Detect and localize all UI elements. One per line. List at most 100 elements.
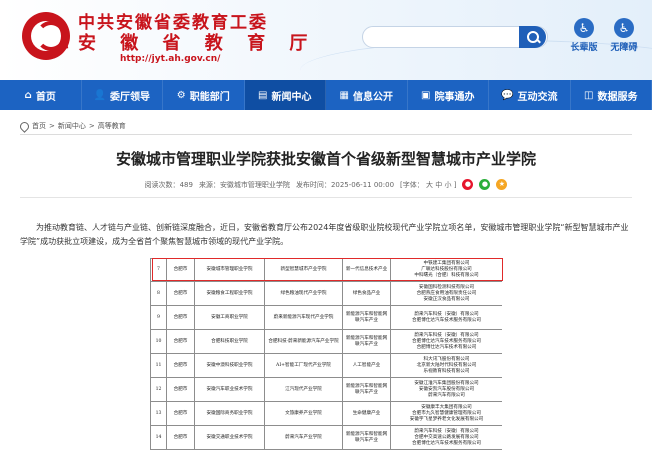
table-cell: 13 bbox=[150, 401, 167, 426]
table-cell: 绿色粮油现代产业学院 bbox=[264, 281, 343, 306]
table-cell: 合肥市 bbox=[166, 305, 195, 330]
breadcrumb-news-center[interactable]: 新闻中心 bbox=[58, 121, 86, 131]
nav-item-2[interactable]: ⚙ 职能部门 bbox=[163, 80, 245, 110]
news-icon: ▤ bbox=[258, 89, 268, 101]
meta-divider bbox=[20, 197, 632, 198]
elder-mode-label: 长辈版 bbox=[570, 43, 598, 53]
table-cell: 安徽交通职业技术学院 bbox=[194, 425, 265, 450]
breadcrumb-divider bbox=[20, 134, 632, 135]
table-cell: 合肥市 bbox=[166, 329, 195, 354]
table-cell: 合肥市 bbox=[166, 353, 195, 378]
font-large-button[interactable]: 大 bbox=[426, 181, 433, 189]
table-row: 9 合肥市 安徽工商职业学院 蔚来新能源汽车现代产业学院 新能源汽车和智能网联汽车产业蔚… bbox=[150, 305, 502, 330]
home-icon: ⌂ bbox=[24, 89, 32, 101]
table-cell: AI+智能工厂现代产业学院 bbox=[264, 353, 343, 378]
nav-item-6[interactable]: 💬 互动交流 bbox=[489, 80, 571, 110]
approval-list-image: 7 合肥市 安徽城市管理职业学院 新型智慧城市产业学院 新一代信息技术产业 中铁建工集团有… bbox=[150, 258, 502, 469]
accessibility-icon: ♿ bbox=[614, 18, 634, 38]
leaders-icon: 👤 bbox=[93, 89, 106, 101]
table-cell: 安徽国科检测科技有限公司 合肥燕庄食用油有限责任公司 安徽正汉食品有限公司 bbox=[390, 281, 502, 306]
site-title-department: 安 徽 省 教 育 厅 bbox=[78, 33, 317, 54]
breadcrumb-separator: > bbox=[88, 122, 95, 130]
wechat-share-icon[interactable]: ● bbox=[479, 179, 491, 190]
font-medium-button[interactable]: 中 bbox=[435, 181, 442, 189]
table-cell: 新能源汽车和智能网联汽车产业 bbox=[342, 329, 391, 354]
article-paragraph: 为推动教育链、人才链与产业链、创新链深度融合，近日，安徽省教育厅公布2024年度… bbox=[20, 223, 629, 246]
table-cell: 新能源汽车和智能网联汽车产业 bbox=[342, 425, 391, 450]
qzone-share-icon[interactable]: ★ bbox=[496, 179, 508, 190]
table-cell: 科大讯飞股份有限公司 北京新大陆时代科技有限公司 乐视教育科技有限公司 bbox=[390, 353, 502, 378]
accessibility-button[interactable]: ♿ 无障碍 bbox=[602, 18, 646, 53]
nav-item-label: 新闻中心 bbox=[271, 91, 312, 103]
table-cell: 新一代信息技术产业 bbox=[342, 258, 391, 282]
location-pin-icon bbox=[18, 119, 31, 133]
nav-item-label: 信息公开 bbox=[352, 91, 393, 103]
table-cell: 合肥科技职业学院 bbox=[194, 329, 265, 354]
table-cell: 合肥市 bbox=[166, 377, 195, 402]
table-cell: 合肥科技·蔚来新能源汽车产业学院 bbox=[264, 329, 343, 354]
nav-item-7[interactable]: ◫ 数据服务 bbox=[571, 80, 652, 110]
table-cell: 9 bbox=[150, 305, 167, 330]
weibo-share-icon[interactable]: ● bbox=[462, 179, 474, 190]
table-cell: 安徽城市管理职业学院 bbox=[194, 258, 265, 282]
table-cell: 12 bbox=[150, 377, 167, 402]
article-title: 安徽城市管理职业学院获批安徽首个省级新型智慧城市产业学院 bbox=[115, 150, 536, 168]
table-cell: 文旅康养产业学院 bbox=[264, 401, 343, 426]
font-size-control: [字体： 大 中 小 ] bbox=[400, 180, 457, 189]
nav-item-5[interactable]: ▣ 院事通办 bbox=[408, 80, 489, 110]
table-cell: 合肥市 bbox=[166, 425, 195, 450]
table-cell: 10 bbox=[150, 329, 167, 354]
table-cell: 蔚来汽车产业学院 bbox=[264, 425, 343, 450]
table-cell: 安徽粮食工程职业学院 bbox=[194, 281, 265, 306]
nav-item-label: 数据服务 bbox=[597, 91, 638, 103]
table-cell: 11 bbox=[150, 353, 167, 378]
views-info: 阅读次数：489 bbox=[144, 180, 193, 189]
table-cell: 新能源汽车和智能网联汽车产业 bbox=[342, 377, 391, 402]
search-button[interactable] bbox=[519, 26, 546, 48]
article-meta: 阅读次数：489 来源：安徽城市管理职业学院 发布时间：2025-06-11 0… bbox=[0, 179, 652, 190]
table-cell: 蔚来汽车科技（安徽）有限公司 合肥博仕达汽车技术服务有限公司 bbox=[390, 305, 502, 330]
table-cell: 安徽汽车职业技术学院 bbox=[194, 377, 265, 402]
service-icon: ▣ bbox=[421, 89, 431, 101]
approval-list-table: 7 合肥市 安徽城市管理职业学院 新型智慧城市产业学院 新一代信息技术产业 中铁建工集团有… bbox=[150, 258, 502, 450]
nav-item-0[interactable]: ⌂ 首页 bbox=[0, 80, 82, 110]
table-row: 13 合肥市 安徽国际商务职业学院 文旅康养产业学院 生命健康产业 安徽康丰大集团有限公司… bbox=[150, 401, 502, 426]
table-cell: 蔚来汽车科技（安徽）有限公司 合肥博仕达汽车技术服务有限公司 合肥博仕达汽车技术… bbox=[390, 329, 502, 354]
table-cell: 安徽国际商务职业学院 bbox=[194, 401, 265, 426]
departments-icon: ⚙ bbox=[176, 89, 186, 101]
table-cell: 安徽江淮汽车集团股份有限公司 安徽安凯汽车股份有限公司 蔚来汽车有限公司 bbox=[390, 377, 502, 402]
table-cell: 江汽现代产业学院 bbox=[264, 377, 343, 402]
table-row: 14 合肥市 安徽交通职业技术学院 蔚来汽车产业学院 新能源汽车和智能网联汽车产业 蔚来汽… bbox=[150, 425, 502, 450]
elder-mode-button[interactable]: ♿ 长辈版 bbox=[562, 18, 606, 53]
table-cell: 合肥市 bbox=[166, 258, 195, 282]
table-cell: 蔚来汽车科技（安徽）有限公司 合肥中交高速公路发展有限公司 合肥博仕达汽车技术服… bbox=[390, 425, 502, 450]
font-small-button[interactable]: 小 bbox=[444, 181, 451, 189]
view-count: 489 bbox=[179, 180, 193, 189]
nav-item-label: 首页 bbox=[35, 91, 56, 103]
nav-item-label: 互动交流 bbox=[517, 91, 558, 103]
table-cell: 8 bbox=[150, 281, 167, 306]
nav-item-3[interactable]: ▤ 新闻中心 bbox=[244, 80, 326, 110]
nav-item-4[interactable]: ▦ 信息公开 bbox=[326, 80, 408, 110]
chat-icon: 💬 bbox=[501, 89, 514, 101]
table-cell: 新型智慧城市产业学院 bbox=[264, 258, 343, 282]
table-cell: 安徽中澳科技职业学院 bbox=[194, 353, 265, 378]
accessibility-label: 无障碍 bbox=[610, 43, 638, 53]
search-input[interactable] bbox=[371, 29, 515, 45]
site-logo-icon[interactable] bbox=[22, 12, 70, 60]
nav-item-1[interactable]: 👤 委厅领导 bbox=[82, 80, 163, 110]
data-icon: ◫ bbox=[584, 89, 594, 101]
table-cell: 人工智能产业 bbox=[342, 353, 391, 378]
breadcrumb: 首页 > 新闻中心 > 高等教育 bbox=[18, 119, 126, 133]
breadcrumb-higher-education[interactable]: 高等教育 bbox=[98, 121, 126, 131]
table-row: 10 合肥市 合肥科技职业学院 合肥科技·蔚来新能源汽车产业学院 新能源汽车和智能网联汽… bbox=[150, 329, 502, 354]
table-cell: 安徽康丰大集团有限公司 合肥市九久智慧健康管理有限公司 安徽宇飞星梦养老文化发展… bbox=[390, 401, 502, 426]
breadcrumb-home[interactable]: 首页 bbox=[32, 121, 46, 131]
elder-mode-icon: ♿ bbox=[574, 18, 594, 38]
date-info: 发布时间：2025-06-11 00:00 bbox=[295, 180, 395, 189]
table-cell: 生命健康产业 bbox=[342, 401, 391, 426]
nav-item-label: 院事通办 bbox=[434, 91, 475, 103]
nav-item-label: 委厅领导 bbox=[109, 91, 150, 103]
table-row: 12 合肥市 安徽汽车职业技术学院 江汽现代产业学院 新能源汽车和智能网联汽车产业 安徽江… bbox=[150, 377, 502, 402]
table-cell: 新能源汽车和智能网联汽车产业 bbox=[342, 305, 391, 330]
